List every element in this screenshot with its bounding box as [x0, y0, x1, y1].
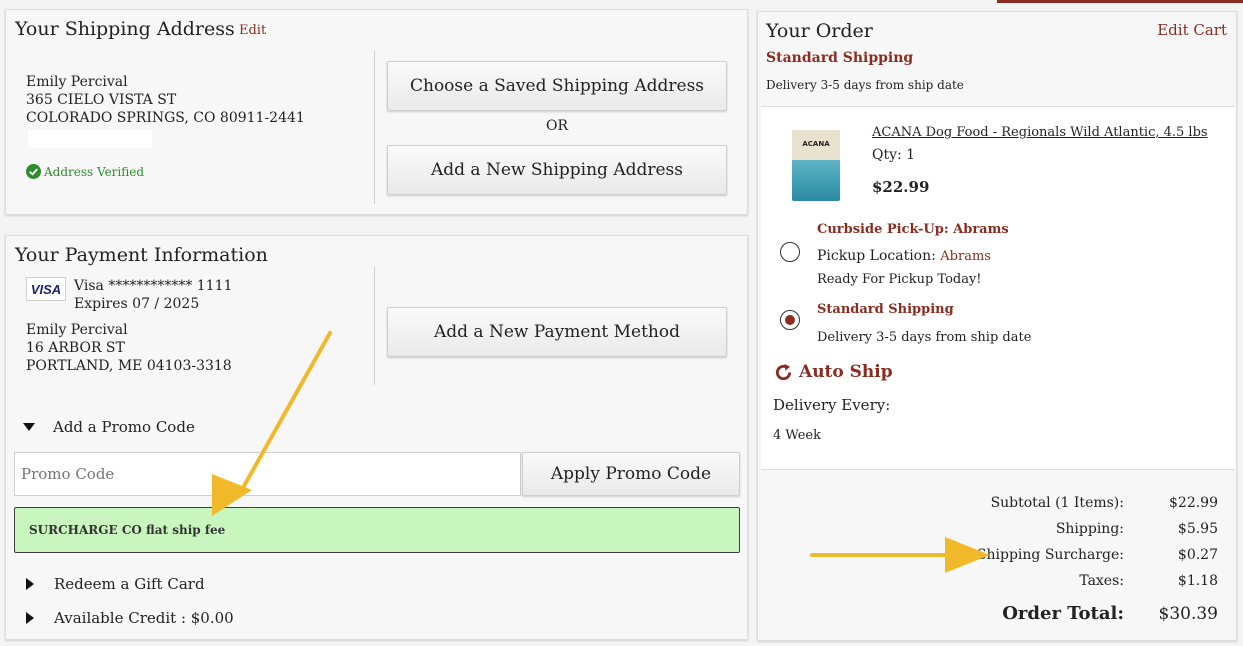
standard-shipping-note: Delivery 3-5 days from ship date: [817, 330, 1032, 345]
shipping-title: Your Shipping Address: [15, 18, 235, 40]
subtotal-label: Subtotal (1 Items):: [990, 495, 1124, 511]
product-price: $22.99: [872, 178, 930, 196]
order-panel: Your Order Edit Cart Standard Shipping D…: [757, 11, 1237, 641]
delivery-every-label: Delivery Every:: [773, 396, 891, 414]
standard-shipping-title: Standard Shipping: [817, 302, 954, 317]
pickup-location-value: Abrams: [940, 249, 991, 264]
surcharge-value: $0.27: [1177, 547, 1218, 563]
choose-saved-address-button[interactable]: Choose a Saved Shipping Address: [387, 61, 727, 111]
payment-panel: Your Payment Information VISA Visa *****…: [5, 235, 748, 640]
visa-card-icon: VISA: [26, 277, 66, 301]
payment-title: Your Payment Information: [15, 244, 268, 266]
subtotal-value: $22.99: [1169, 495, 1218, 511]
billing-city: PORTLAND, ME 04103-3318: [26, 358, 232, 374]
order-shipping-method: Standard Shipping: [766, 50, 914, 66]
caret-right-icon: [26, 578, 34, 590]
available-credit-label: Available Credit : $0.00: [54, 609, 234, 627]
card-line: Visa ************ 1111: [74, 278, 233, 294]
shipping-address-panel: Your Shipping Address Edit Emily Perciva…: [5, 9, 748, 215]
shipping-city: COLORADO SPRINGS, CO 80911-2441: [26, 110, 305, 126]
payment-divider: [374, 267, 375, 385]
auto-ship-title: Auto Ship: [799, 362, 893, 382]
add-payment-method-button[interactable]: Add a New Payment Method: [387, 307, 727, 357]
caret-right-icon: [26, 612, 34, 624]
promo-code-input[interactable]: [14, 452, 521, 496]
redacted-field: [28, 130, 152, 148]
shipping-street: 365 CIELO VISTA ST: [26, 92, 177, 108]
curbside-radio[interactable]: [780, 242, 800, 262]
promo-message: SURCHARGE CO flat ship fee: [14, 507, 740, 553]
billing-street: 16 ARBOR ST: [26, 340, 125, 356]
shipping-divider: [374, 51, 375, 204]
product-name-link[interactable]: ACANA Dog Food - Regionals Wild Atlantic…: [872, 125, 1208, 140]
gift-card-label: Redeem a Gift Card: [54, 575, 205, 593]
taxes-value: $1.18: [1177, 573, 1218, 589]
order-summary: Subtotal (1 Items): $22.99 Shipping: $5.…: [758, 482, 1236, 640]
top-accent-bar: [997, 0, 1243, 3]
available-credit-toggle[interactable]: Available Credit : $0.00: [26, 609, 234, 627]
refresh-icon: [775, 363, 792, 380]
product-bag-label: ACANA: [802, 140, 830, 148]
pickup-location-label: Pickup Location:: [817, 248, 936, 264]
address-verified: Address Verified: [26, 164, 144, 179]
product-qty: Qty: 1: [872, 147, 916, 163]
apply-promo-button[interactable]: Apply Promo Code: [522, 452, 740, 496]
promo-message-text: SURCHARGE CO flat ship fee: [29, 523, 226, 537]
delivery-frequency[interactable]: 4 Week: [773, 428, 821, 443]
order-title: Your Order: [766, 20, 873, 42]
billing-name: Emily Percival: [26, 322, 128, 338]
standard-shipping-radio[interactable]: [780, 310, 800, 330]
product-image[interactable]: ACANA: [792, 130, 840, 201]
address-verified-label: Address Verified: [44, 164, 145, 179]
taxes-label: Taxes:: [1079, 573, 1124, 589]
curbside-title: Curbside Pick-Up: Abrams: [817, 222, 1009, 237]
promo-toggle-label: Add a Promo Code: [53, 418, 195, 436]
shipping-name: Emily Percival: [26, 74, 128, 90]
auto-ship: Auto Ship: [774, 362, 893, 382]
product-card: ACANA ACANA Dog Food - Regionals Wild At…: [761, 106, 1235, 470]
pickup-ready: Ready For Pickup Today!: [817, 272, 982, 287]
edit-shipping-link[interactable]: Edit: [239, 23, 266, 38]
surcharge-label: Shipping Surcharge:: [976, 547, 1124, 563]
pickup-location: Pickup Location: Abrams: [817, 248, 991, 264]
or-label: OR: [546, 118, 569, 134]
card-expiry: Expires 07 / 2025: [74, 296, 200, 312]
add-new-address-button[interactable]: Add a New Shipping Address: [387, 145, 727, 195]
caret-down-icon: [23, 423, 35, 431]
shipping-value: $5.95: [1177, 521, 1218, 537]
redeem-gift-card-toggle[interactable]: Redeem a Gift Card: [26, 575, 205, 593]
shipping-label: Shipping:: [1055, 521, 1124, 537]
order-total-value: $30.39: [1158, 604, 1218, 624]
edit-cart-link[interactable]: Edit Cart: [1157, 21, 1227, 39]
order-delivery-note: Delivery 3-5 days from ship date: [766, 78, 964, 92]
visa-badge-text: VISA: [30, 281, 62, 297]
order-total-label: Order Total:: [1002, 603, 1124, 624]
check-circle-icon: [26, 164, 41, 179]
promo-code-toggle[interactable]: Add a Promo Code: [23, 418, 195, 436]
